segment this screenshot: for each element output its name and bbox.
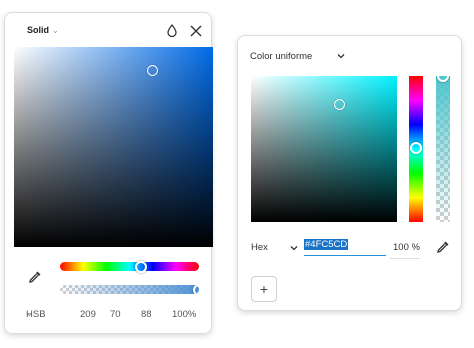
fill-mode-dropdown[interactable]: Solid ⌄ [27,25,59,35]
hue-slider[interactable] [409,76,423,222]
color-handle[interactable] [334,99,346,111]
brightness-value[interactable]: 88 [141,309,152,320]
hue-slider-handle[interactable] [134,260,147,273]
color-picker-panel-left: Solid ⌄ HSB ⌄ 209 70 88 100% [4,12,213,334]
plus-icon: + [259,281,269,297]
eyedropper-icon[interactable] [435,239,451,255]
chevron-down-icon[interactable] [288,241,300,253]
fill-mode-dropdown[interactable]: Color uniforme [250,51,312,62]
hue-slider[interactable] [60,260,199,273]
opacity-slider[interactable] [60,285,199,294]
fill-mode-label: Solid [27,25,49,35]
saturation-brightness-area[interactable] [251,76,397,222]
color-format-label[interactable]: Hex [251,242,268,253]
droplet-icon[interactable] [165,23,179,39]
hue-slider-handle[interactable] [410,141,422,154]
alpha-value[interactable]: 100% [172,309,196,320]
hex-input[interactable]: #4FC5CD [304,239,386,256]
add-color-button[interactable]: + [251,276,277,302]
hue-value[interactable]: 209 [80,309,96,320]
opacity-slider-handle[interactable] [193,285,199,294]
saturation-brightness-area[interactable] [14,47,213,247]
hex-value: #4FC5CD [304,239,349,250]
color-values-row: HSB ⌄ 209 70 88 100% [5,309,211,325]
saturation-value[interactable]: 70 [110,309,121,320]
opacity-slider[interactable] [436,76,450,222]
chevron-down-icon: ⌄ [52,26,59,35]
color-handle[interactable] [147,65,159,76]
fill-mode-label: Color uniforme [250,51,313,62]
color-picker-panel-right: Color uniforme Hex #4FC5CD 100 % + [237,35,462,311]
opacity-underline [390,258,420,259]
panel-header: Solid ⌄ [5,13,211,49]
opacity-value[interactable]: 100 % [393,242,420,253]
opacity-gradient [60,285,199,294]
chevron-down-icon[interactable] [335,49,347,61]
close-icon[interactable] [187,22,205,40]
chevron-down-icon: ⌄ [26,309,33,318]
eyedropper-icon[interactable] [27,269,43,285]
opacity-gradient [436,76,450,222]
